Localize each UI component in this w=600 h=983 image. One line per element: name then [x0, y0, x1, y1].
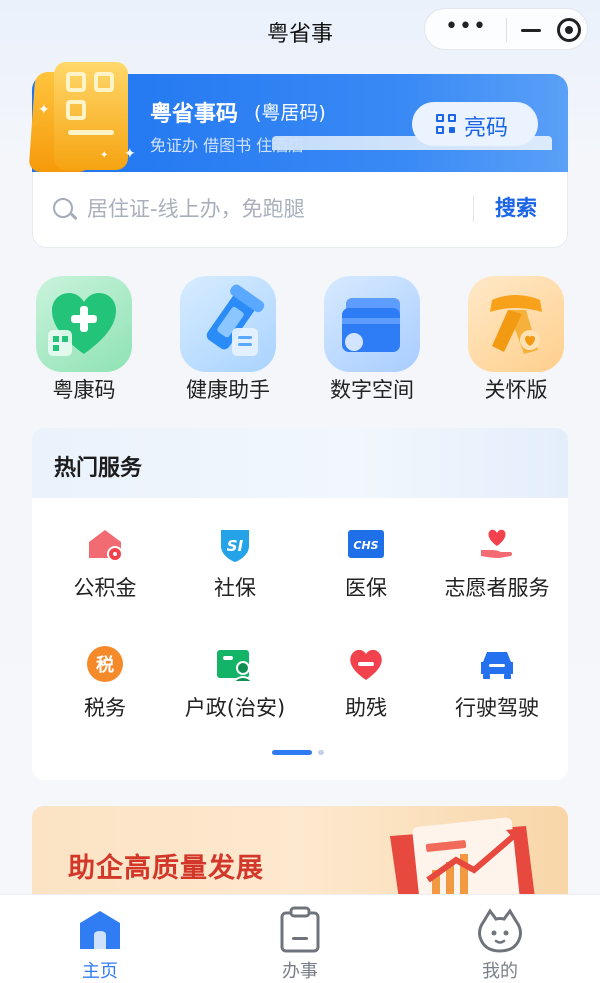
show-code-label: 亮码 [464, 116, 509, 141]
chs-badge-text: CHS [353, 539, 378, 552]
search-icon [53, 198, 73, 218]
home-icon [76, 905, 124, 953]
quick-entry-label: 关怀版 [484, 378, 548, 402]
tab-label: 办事 [282, 961, 318, 982]
quick-entry-health-code[interactable]: 粤康码 [36, 276, 132, 408]
hot-services-title: 热门服务 [54, 456, 143, 481]
bottom-tab-bar: 主页 办事 我的 [0, 894, 600, 983]
profile-mascot-icon [476, 905, 524, 953]
code-description: 免证办 借图书 住酒店 [150, 136, 305, 155]
search-button[interactable]: 搜索 [495, 192, 537, 222]
service-household-registration[interactable]: 户政(治安) [168, 644, 302, 744]
promo-title: 助企高质量发展 [68, 853, 264, 884]
more-options-icon[interactable]: ••• [439, 16, 493, 42]
show-code-button[interactable]: 亮码 [412, 102, 538, 146]
medical-insurance-card-icon: CHS [346, 524, 386, 564]
social-security-shield-icon: SI [215, 524, 255, 564]
quick-entry-label: 健康助手 [186, 378, 270, 402]
quick-entry-care-version[interactable]: 关怀版 [468, 276, 564, 408]
top-navigation-bar: 粤省事 ••• [0, 0, 600, 62]
promo-banner[interactable]: 助企高质量发展 [32, 806, 568, 906]
quick-entry-label: 粤康码 [52, 378, 116, 402]
code-subtitle-label: (粤居码) [254, 102, 326, 124]
tab-label: 我的 [482, 961, 518, 982]
tax-coin-icon: 税 [85, 644, 125, 684]
code-tile-icon: ✦ ✦ ✦ [28, 62, 136, 172]
service-label: 志愿者服务 [444, 576, 550, 600]
page-dot-active [272, 750, 312, 755]
hot-services-card: 热门服务 公积金 SI 社保 CHS 医保 志愿者服务 税 税务 户政(治安) … [32, 428, 568, 780]
tab-services[interactable]: 办事 [200, 895, 400, 983]
search-bar: 搜索 [32, 172, 568, 248]
capsule-divider [506, 18, 507, 42]
tab-profile[interactable]: 我的 [400, 895, 600, 983]
code-title: 粤省事码 [150, 102, 239, 127]
search-divider [473, 196, 474, 222]
tab-home[interactable]: 主页 [0, 895, 200, 983]
wallet-card-icon [324, 276, 420, 372]
heart-hand-icon [477, 524, 517, 564]
minimize-icon[interactable] [519, 19, 543, 41]
service-label: 行驶驾驶 [455, 696, 539, 720]
thermometer-icon [180, 276, 276, 372]
service-volunteer[interactable]: 志愿者服务 [430, 524, 564, 624]
quick-entry-digital-space[interactable]: 数字空间 [324, 276, 420, 408]
qr-code-icon [436, 114, 456, 134]
scarf-icon [468, 276, 564, 372]
close-target-icon[interactable] [557, 18, 581, 42]
mini-program-capsule: ••• [424, 8, 588, 50]
quick-entry-health-assistant[interactable]: 健康助手 [180, 276, 276, 408]
car-icon [477, 644, 517, 684]
service-disability-aid[interactable]: 助残 [299, 644, 433, 744]
heart-icon [346, 644, 386, 684]
tax-badge-text: 税 [96, 654, 114, 676]
si-badge-text: SI [227, 537, 244, 555]
id-card-person-icon [215, 644, 256, 684]
promo-illustration [390, 817, 536, 906]
page-dot [318, 750, 324, 755]
house-icon [85, 524, 125, 564]
health-heart-icon [36, 276, 132, 372]
search-input[interactable] [87, 192, 447, 226]
tab-label: 主页 [82, 961, 118, 982]
service-vehicle-driving[interactable]: 行驶驾驶 [430, 644, 564, 744]
service-social-security[interactable]: SI 社保 [168, 524, 302, 624]
service-provident-fund[interactable]: 公积金 [38, 524, 172, 624]
service-tax[interactable]: 税 税务 [38, 644, 172, 744]
clipboard-icon [276, 905, 324, 953]
quick-entry-label: 数字空间 [330, 378, 414, 402]
service-medical-insurance[interactable]: CHS 医保 [299, 524, 433, 624]
